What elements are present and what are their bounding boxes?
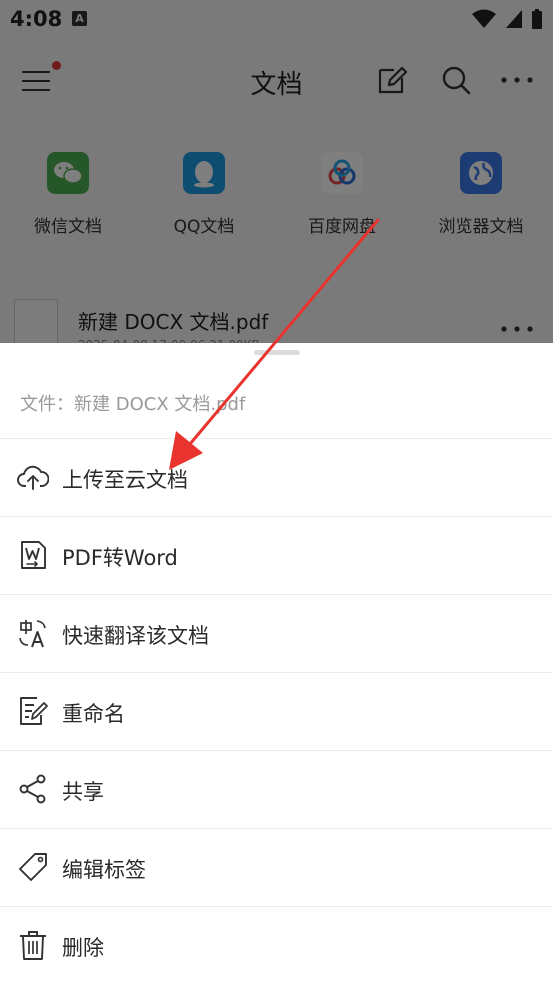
rename-icon — [20, 697, 48, 725]
menu-item-label: 快速翻译该文档 — [62, 624, 209, 648]
share-icon — [19, 774, 46, 804]
screen: 4:08 A 文档 — [0, 0, 553, 984]
sheet-file-info: 文件：新建 DOCX 文档.pdf — [20, 390, 245, 416]
menu-item-label: 删除 — [62, 936, 104, 960]
menu-item-rename[interactable]: 重命名 — [0, 673, 553, 751]
sheet-handle[interactable] — [254, 350, 300, 355]
tag-icon — [19, 853, 47, 881]
menu-item-pdf-to-word[interactable]: PDF转Word — [0, 517, 553, 595]
menu-item-upload-cloud[interactable]: 上传至云文档 — [0, 439, 553, 517]
menu-item-translate[interactable]: 快速翻译该文档 — [0, 595, 553, 673]
action-sheet: 文件：新建 DOCX 文档.pdf 上传至云文档 PDF转Word 快速翻译该文… — [0, 343, 553, 984]
word-convert-icon — [21, 541, 46, 569]
menu-item-label: 共享 — [62, 780, 104, 804]
modal-scrim[interactable] — [0, 0, 553, 344]
translate-icon — [19, 620, 46, 648]
menu-item-share[interactable]: 共享 — [0, 751, 553, 829]
menu-item-label: 编辑标签 — [62, 858, 146, 882]
trash-icon — [20, 931, 46, 960]
menu-item-label: 重命名 — [62, 702, 125, 726]
menu-item-delete[interactable]: 删除 — [0, 907, 553, 984]
cloud-upload-icon — [17, 465, 49, 490]
sheet-file-name: 新建 DOCX 文档.pdf — [74, 394, 246, 415]
menu-item-label: 上传至云文档 — [62, 468, 188, 492]
sheet-file-prefix: 文件： — [20, 394, 74, 415]
menu-item-edit-tag[interactable]: 编辑标签 — [0, 829, 553, 907]
menu-item-label: PDF转Word — [62, 546, 178, 570]
